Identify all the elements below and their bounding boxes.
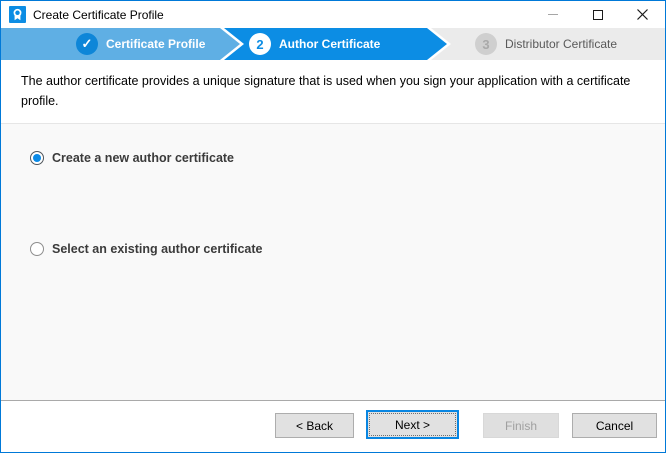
- create-certificate-profile-dialog: Create Certificate Profile ✓ Cer: [0, 0, 666, 453]
- close-icon: [637, 9, 648, 20]
- step-label: Author Certificate: [279, 37, 380, 51]
- author-certificate-options: Create a new author certificate Select a…: [1, 124, 665, 401]
- next-button[interactable]: Next >: [366, 410, 459, 439]
- back-button[interactable]: < Back: [275, 413, 354, 438]
- step-certificate-profile: ✓ Certificate Profile: [76, 28, 205, 60]
- radio-selected-dot: [33, 154, 41, 162]
- maximize-icon: [593, 10, 603, 20]
- radio-option-select-existing-certificate[interactable]: Select an existing author certificate: [30, 242, 263, 256]
- step-completed-check-icon: ✓: [76, 33, 98, 55]
- window-title: Create Certificate Profile: [33, 8, 530, 22]
- wizard-step-bar: ✓ Certificate Profile 2 Author Certifica…: [1, 28, 665, 60]
- title-bar: Create Certificate Profile: [1, 1, 665, 28]
- cancel-button[interactable]: Cancel: [572, 413, 657, 438]
- certificate-badge-icon: [9, 6, 26, 23]
- window-controls: [530, 1, 665, 28]
- finish-button[interactable]: Finish: [483, 413, 559, 438]
- step-number-badge: 2: [249, 33, 271, 55]
- radio-option-label: Create a new author certificate: [52, 151, 234, 165]
- radio-option-label: Select an existing author certificate: [52, 242, 263, 256]
- step-label: Distributor Certificate: [505, 37, 617, 51]
- dialog-button-bar: < Back Next > Finish Cancel: [1, 401, 665, 452]
- close-button[interactable]: [620, 1, 665, 28]
- step-number-badge: 3: [475, 33, 497, 55]
- step-description-text: The author certificate provides a unique…: [1, 60, 665, 124]
- radio-option-create-new-certificate[interactable]: Create a new author certificate: [30, 151, 234, 165]
- step-distributor-certificate: 3 Distributor Certificate: [475, 28, 617, 60]
- step-label: Certificate Profile: [106, 37, 205, 51]
- maximize-button[interactable]: [575, 1, 620, 28]
- radio-button-icon[interactable]: [30, 242, 44, 256]
- step-author-certificate: 2 Author Certificate: [249, 28, 380, 60]
- minimize-button[interactable]: [530, 1, 575, 28]
- radio-button-icon[interactable]: [30, 151, 44, 165]
- minimize-icon: [548, 14, 558, 15]
